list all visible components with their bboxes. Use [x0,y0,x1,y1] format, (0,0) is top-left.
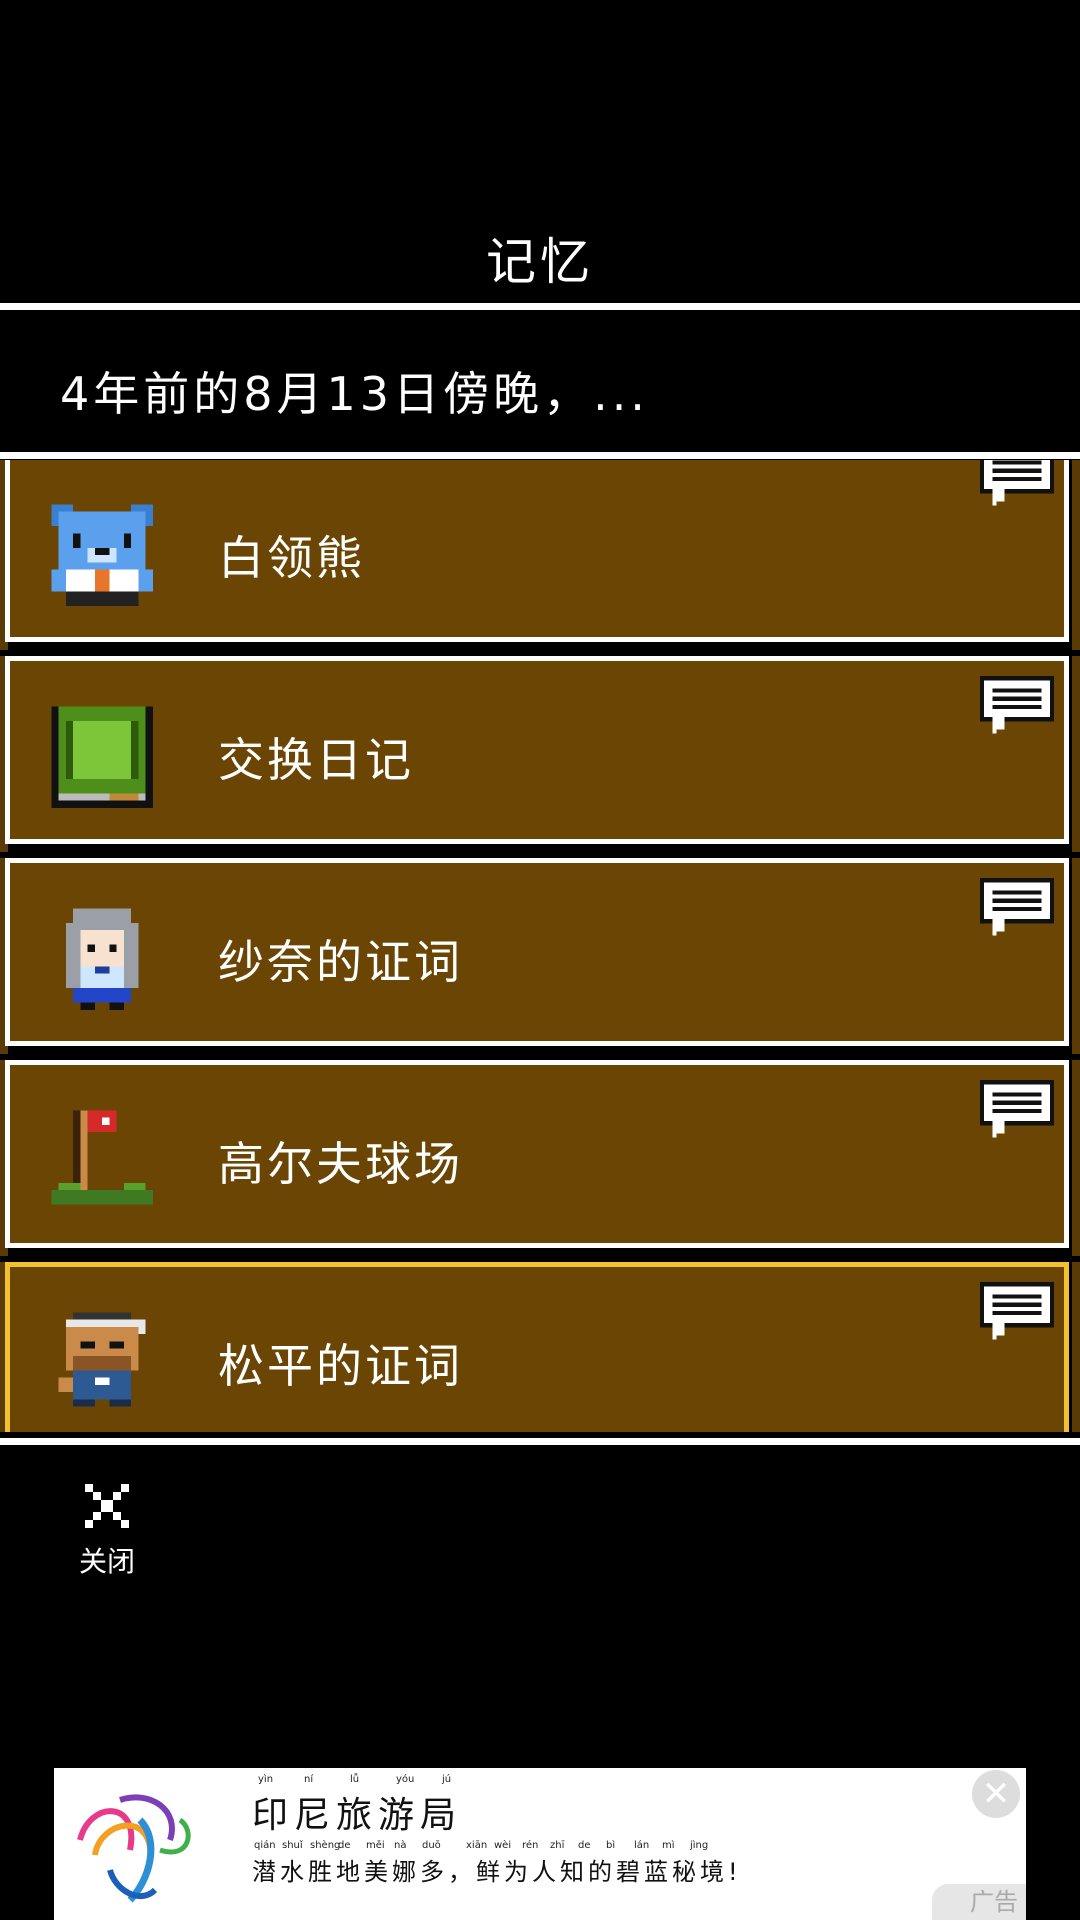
list-item-label: 高尔夫球场 [218,1137,463,1191]
list-item-label: 松平的证词 [218,1339,463,1393]
memory-list[interactable]: 白领熊 交换日记 纱奈的证词 高尔夫球场 松平的证词 [0,460,1080,1432]
subtitle-divider [0,452,1080,459]
header-divider [0,303,1080,310]
ad-pinyin: wèi [494,1840,512,1851]
list-item-golf[interactable]: 高尔夫球场 [0,1060,1080,1262]
ad-close-button[interactable]: ✕ [972,1770,1020,1818]
ad-pinyin: mì [662,1840,675,1851]
man-icon [58,1312,146,1407]
close-icon [85,1484,129,1528]
ad-pinyin: zhī [550,1840,565,1851]
golf-flag-icon [51,1110,153,1205]
ad-pinyin: bì [606,1840,616,1851]
list-item-diary[interactable]: 交换日记 [0,656,1080,858]
list-divider [0,1438,1080,1445]
girl-icon [65,908,139,1010]
ad-pinyin: shèng [310,1840,341,1851]
memory-subtitle: 4年前的8月13日傍晚，... [60,367,649,421]
ad-badge: 广告 [932,1884,1026,1920]
diary-icon [51,706,153,808]
speech-bubble-icon[interactable] [976,874,1058,948]
memory-screen: 记忆 4年前的8月13日傍晚，... 白领熊 交换日记 纱奈的证词 高尔夫球场 … [0,0,1080,1920]
ad-pinyin: rén [522,1840,539,1851]
ad-pinyin: jìng [690,1840,709,1851]
ad-pinyin: yìn [258,1774,274,1785]
speech-bubble-icon[interactable] [976,1076,1058,1150]
ad-pinyin: xiān [466,1840,488,1851]
ad-pinyin: lán [634,1840,650,1851]
ad-pinyin: jú [442,1774,452,1785]
ad-description: 潜水胜地美娜多，鲜为人知的碧蓝秘境! [252,1858,742,1886]
speech-bubble-icon[interactable] [976,1278,1058,1352]
ad-pinyin: ní [304,1774,314,1785]
ad-pinyin: lǚ [350,1774,360,1785]
page-title: 记忆 [486,233,594,291]
bear-icon [51,504,153,606]
ad-pinyin: shuǐ [282,1840,303,1851]
list-item-label: 交换日记 [218,733,414,787]
speech-bubble-icon[interactable] [976,460,1058,518]
close-label: 关闭 [78,1545,135,1578]
list-item-girl[interactable]: 纱奈的证词 [0,858,1080,1060]
ad-pinyin: de [578,1840,591,1851]
ad-pinyin: qián [254,1840,276,1851]
list-item-label: 白领熊 [218,531,365,585]
list-item-label: 纱奈的证词 [218,935,463,989]
close-button[interactable]: 关闭 [72,1480,142,1580]
ad-pinyin: duō [422,1840,441,1851]
ad-title: 印尼旅游局 [252,1795,463,1836]
ad-pinyin: měi [366,1840,385,1851]
ad-banner[interactable]: 印尼旅游局 潜水胜地美娜多，鲜为人知的碧蓝秘境! ✕ 广告 yìn ní lǚ yóu… [54,1768,1026,1920]
ad-pinyin: nà [394,1840,407,1851]
ad-pinyin: yóu [396,1774,415,1785]
list-item-bear[interactable]: 白领熊 [0,460,1080,656]
list-item-man[interactable]: 松平的证词 [0,1262,1080,1432]
ad-pinyin: de [338,1840,351,1851]
speech-bubble-icon[interactable] [976,672,1058,746]
tourism-logo [77,1794,191,1903]
